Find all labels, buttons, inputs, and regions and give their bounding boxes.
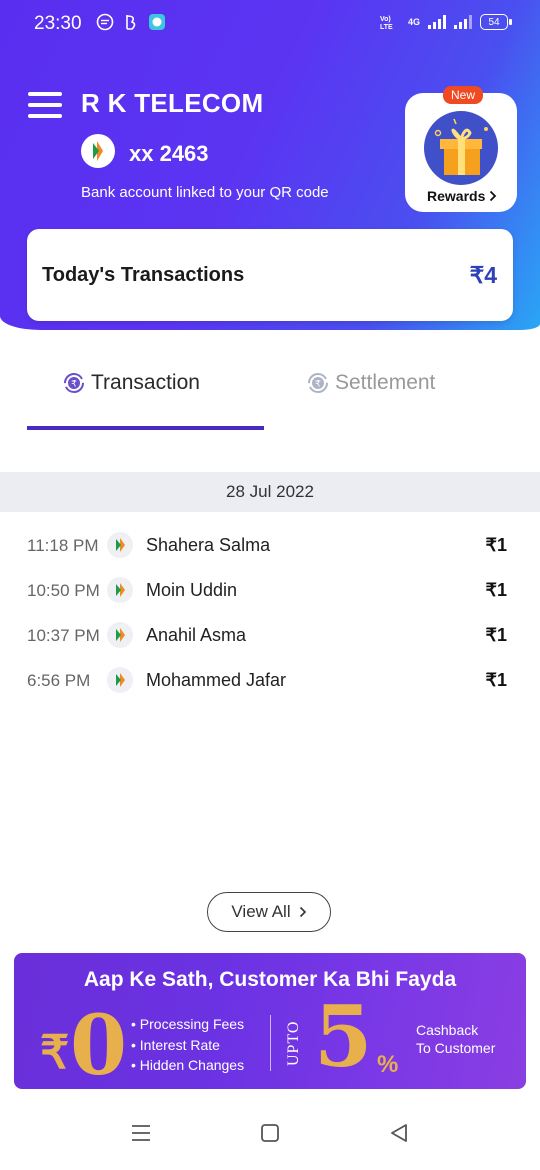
system-nav-bar — [0, 1100, 540, 1170]
notification-icons — [96, 13, 166, 31]
hamburger-icon — [28, 92, 62, 96]
battery-icon: 54 — [480, 14, 512, 30]
banner-rupee: ₹ — [40, 1026, 70, 1078]
svg-text:₹: ₹ — [71, 380, 77, 390]
transaction-name: Anahil Asma — [146, 625, 247, 645]
transaction-amount: ₹1 — [485, 670, 507, 690]
rewards-label: Rewards — [427, 188, 497, 204]
date-label: 28 Jul 2022 — [226, 482, 314, 501]
transaction-row[interactable]: 11:18 PM Shahera Salma ₹1 — [0, 528, 540, 564]
bank-logo — [81, 134, 115, 168]
transaction-amount: ₹1 — [485, 535, 507, 555]
banner-divider — [270, 1015, 271, 1071]
volte-icon: Vo)LTE — [380, 16, 393, 30]
banner-bullet-text: Interest Rate — [139, 1036, 220, 1053]
status-time: 23:30 — [34, 13, 82, 34]
transaction-row[interactable]: 6:56 PM Mohammed Jafar ₹1 — [0, 663, 540, 699]
transaction-time: 11:18 PM — [27, 536, 99, 555]
banner-upto: UPTO — [285, 1020, 302, 1066]
network-type: 4G — [407, 17, 420, 27]
transaction-amount: ₹1 — [485, 580, 507, 600]
todays-transactions-card[interactable]: Today's Transactions ₹4 — [27, 229, 513, 321]
banner-percent: % — [377, 1051, 399, 1078]
svg-text:LTE: LTE — [380, 24, 393, 30]
b-app-icon — [126, 15, 136, 30]
hamburger-line — [28, 103, 62, 107]
transaction-row[interactable]: 10:50 PM Moin Uddin ₹1 — [0, 573, 540, 609]
battery-level: 54 — [488, 16, 500, 28]
bhim-upi-icon — [107, 577, 133, 603]
transaction-amount: ₹1 — [485, 625, 507, 645]
chevron-right-icon — [299, 906, 306, 918]
banner-zero: 0 — [70, 998, 128, 1089]
active-tab-indicator — [27, 426, 264, 430]
transaction-time: 10:50 PM — [27, 581, 100, 600]
todays-transactions-amount: ₹4 — [469, 262, 497, 288]
rewards-card[interactable]: New Rewards — [405, 86, 517, 212]
transaction-row[interactable]: 10:37 PM Anahil Asma ₹1 — [0, 618, 540, 654]
status-right: Vo) LTE 4G 54 — [380, 14, 512, 30]
bhim-upi-icon — [107, 622, 133, 648]
svg-text:Vo): Vo) — [380, 16, 391, 23]
todays-transactions-title: Today's Transactions — [42, 264, 245, 286]
gift-graphic — [434, 118, 488, 175]
banner-bullet: • Interest Rate — [131, 1036, 220, 1053]
home-icon[interactable] — [260, 1124, 280, 1142]
recent-apps-icon[interactable] — [131, 1124, 151, 1142]
banner-bullet: • Processing Fees — [131, 1016, 245, 1032]
svg-text:₹: ₹ — [315, 380, 321, 390]
banner-cashback: Cashback To Customer — [416, 1021, 495, 1057]
date-header: 28 Jul 2022 — [0, 472, 540, 512]
banner-bullet-text: Hidden Changes — [139, 1057, 245, 1073]
tab-transaction-label: Transaction — [91, 371, 200, 394]
account-number: xx 2463 — [129, 141, 209, 166]
chat-icon — [149, 14, 165, 30]
new-badge: New — [443, 86, 484, 104]
linked-account-note: Bank account linked to your QR code — [81, 184, 329, 201]
bhim-upi-icon — [107, 532, 133, 558]
chevron-right-icon — [490, 190, 497, 202]
promo-banner[interactable]: Aap Ke Sath, Customer Ka Bhi Fayda ₹ 0 •… — [14, 953, 526, 1089]
cashback-line-1: Cashback — [416, 1022, 479, 1038]
status-bar: 23:30 Vo) LTE 4G 54 — [0, 0, 540, 48]
transaction-time: 10:37 PM — [27, 626, 100, 645]
gift-icon — [424, 111, 498, 185]
hamburger-line — [28, 114, 62, 118]
banner-five: 5 — [314, 987, 373, 1086]
view-all-label: View All — [231, 902, 291, 921]
rupee-cycle-icon: ₹ — [64, 373, 84, 393]
banner-title: Aap Ke Sath, Customer Ka Bhi Fayda — [83, 968, 457, 991]
bhim-upi-icon — [93, 141, 103, 161]
banner-bullet-text: Processing Fees — [139, 1016, 245, 1032]
tab-transaction[interactable]: ₹ Transaction — [63, 368, 200, 398]
banner-bullets: • Processing Fees • Interest Rate • Hidd… — [131, 1014, 244, 1076]
transaction-name: Moin Uddin — [146, 580, 238, 600]
menu-button[interactable] — [28, 92, 62, 118]
signal-icon-2 — [454, 15, 472, 29]
view-all-button[interactable]: View All — [207, 892, 331, 932]
shop-name: R K TELECOM — [81, 88, 264, 118]
back-icon[interactable] — [389, 1124, 409, 1142]
signal-icon-1 — [428, 15, 446, 29]
bhim-upi-icon — [107, 667, 133, 693]
cashback-line-2: To Customer — [416, 1040, 496, 1056]
messages-icon — [96, 13, 114, 31]
tab-settlement-label: Settlement — [335, 371, 436, 394]
banner-bullet: • Hidden Changes — [131, 1057, 245, 1073]
transaction-name: Shahera Salma — [146, 535, 271, 555]
transaction-time: 6:56 PM — [27, 671, 91, 690]
rewards-text: Rewards — [427, 188, 486, 204]
transaction-name: Mohammed Jafar — [146, 670, 287, 690]
rupee-cycle-icon: ₹ — [308, 373, 328, 393]
tab-settlement[interactable]: ₹ Settlement — [307, 368, 435, 398]
